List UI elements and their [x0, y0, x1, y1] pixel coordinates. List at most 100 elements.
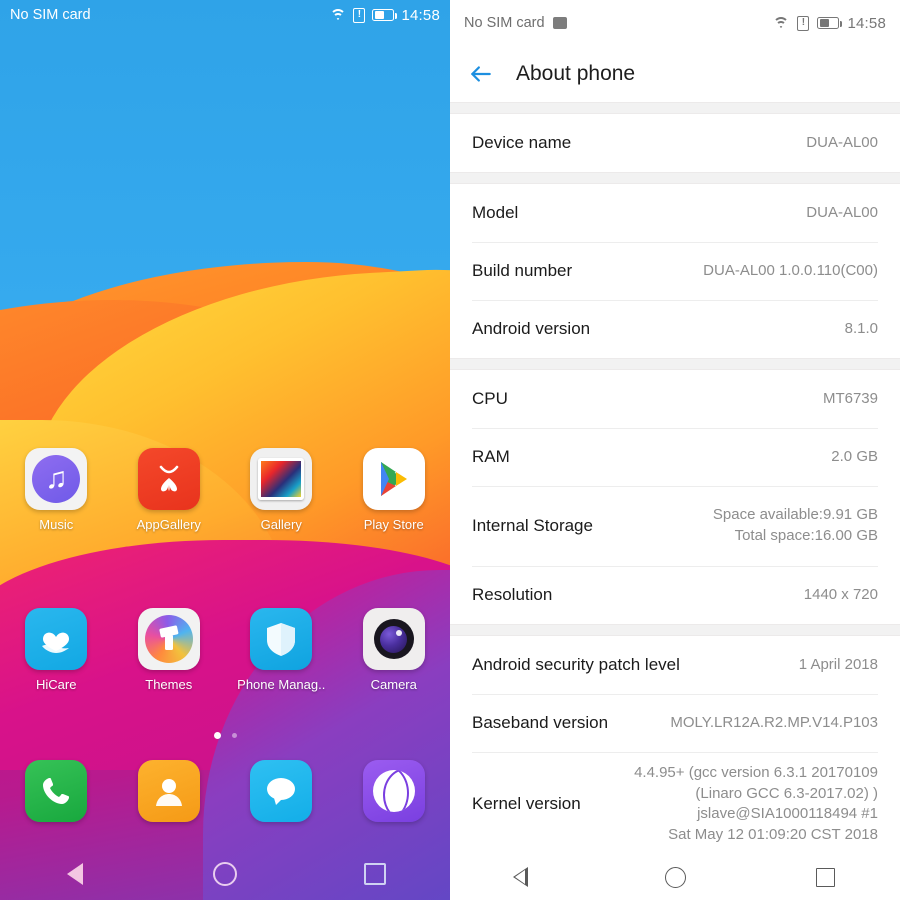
right-carrier-label: No SIM card [464, 15, 545, 31]
app-label: Themes [145, 677, 193, 692]
row-key: Model [472, 203, 519, 222]
app-gallery[interactable]: Gallery [225, 448, 338, 532]
dock [0, 760, 450, 822]
app-appgallery[interactable]: AppGallery [113, 448, 226, 532]
row-key: Resolution [472, 585, 553, 604]
dock-browser[interactable] [338, 760, 451, 822]
section-divider [450, 358, 900, 370]
page-title: About phone [516, 62, 636, 85]
phone-manager-icon [250, 608, 313, 670]
app-play-store[interactable]: Play Store [338, 448, 451, 532]
row-internal-storage[interactable]: Internal Storage Space available:9.91 GB… [450, 486, 900, 566]
battery-icon [817, 17, 843, 29]
page-indicator [0, 732, 450, 739]
right-nav-back[interactable] [450, 867, 600, 887]
battery-icon [372, 9, 398, 21]
row-key: Build number [472, 261, 573, 280]
row-value: DUA-AL00 1.0.0.110(C00) [703, 261, 878, 279]
right-clock: 14:58 [847, 14, 886, 32]
hicare-icon [25, 608, 88, 670]
app-label: Music [39, 517, 74, 532]
dock-messages[interactable] [225, 760, 338, 822]
app-music[interactable]: ♫ Music [0, 448, 113, 532]
section-device: Device name DUA-AL00 [450, 114, 900, 172]
dock-contacts[interactable] [113, 760, 226, 822]
row-key: Android version [472, 319, 591, 338]
row-build-number[interactable]: Build number DUA-AL00 1.0.0.110(C00) [450, 242, 900, 300]
left-nav-recents[interactable] [300, 863, 450, 885]
app-label: Gallery [260, 517, 302, 532]
section-system: Android security patch level 1 April 201… [450, 636, 900, 857]
app-themes[interactable]: Themes [113, 608, 226, 692]
app-row-2: HiCare Themes Phone Manag.. Camera [0, 608, 450, 692]
page-dot[interactable] [231, 733, 237, 738]
back-icon [67, 863, 83, 885]
camera-icon [362, 608, 425, 670]
left-nav-home[interactable] [150, 862, 300, 886]
app-label: AppGallery [136, 517, 201, 532]
section-divider [450, 172, 900, 184]
dual-phone-screenshot: No SIM card 14:58 ♫ Music [0, 0, 900, 900]
row-ram[interactable]: RAM 2.0 GB [450, 428, 900, 486]
section-divider [450, 102, 900, 114]
appgallery-icon [137, 448, 200, 510]
wifi-icon [773, 16, 790, 30]
row-baseband-version[interactable]: Baseband version MOLY.LR12A.R2.MP.V14.P1… [450, 694, 900, 752]
row-value: 2.0 GB [831, 447, 878, 465]
row-value: MOLY.LR12A.R2.MP.V14.P103 [670, 713, 878, 731]
back-icon [512, 867, 538, 887]
screenshot-icon [552, 17, 567, 29]
row-key: Baseband version [472, 713, 609, 732]
row-value: 8.1.0 [844, 319, 878, 337]
home-icon [213, 862, 237, 886]
sim-alert-icon [353, 7, 366, 23]
row-security-patch[interactable]: Android security patch level 1 April 201… [450, 636, 900, 694]
row-key: Device name [472, 133, 572, 152]
recents-icon [364, 863, 386, 885]
right-phone-settings: No SIM card 14:58 About phone Device nam… [450, 0, 900, 900]
app-row-1: ♫ Music AppGallery Gallery Play Store [0, 448, 450, 532]
themes-icon [137, 608, 200, 670]
right-nav-home[interactable] [600, 866, 750, 888]
row-key: Kernel version [472, 794, 581, 814]
row-value: Space available:9.91 GB Total space:16.0… [712, 506, 878, 544]
page-dot-active[interactable] [213, 732, 221, 739]
phone-icon [25, 760, 88, 822]
left-clock: 14:58 [401, 6, 440, 24]
recents-icon [815, 867, 835, 887]
row-kernel-version[interactable]: Kernel version 4.4.95+ (gcc version 6.3.… [450, 752, 900, 857]
right-status-bar: No SIM card 14:58 [450, 0, 900, 46]
row-key: RAM [472, 447, 510, 466]
play-store-icon [362, 448, 425, 510]
row-cpu[interactable]: CPU MT6739 [450, 370, 900, 428]
right-nav-recents[interactable] [750, 867, 900, 887]
app-label: Play Store [363, 517, 424, 532]
row-value: 1 April 2018 [798, 655, 878, 673]
back-arrow-icon[interactable] [464, 57, 498, 91]
app-grid: ♫ Music AppGallery Gallery Play Store Hi… [0, 448, 450, 692]
dock-phone[interactable] [0, 760, 113, 822]
contacts-icon [137, 760, 200, 822]
app-phone-manager[interactable]: Phone Manag.. [225, 608, 338, 692]
row-key: CPU [472, 389, 508, 408]
right-nav-bar [450, 854, 900, 900]
row-device-name[interactable]: Device name DUA-AL00 [450, 114, 900, 172]
row-value: 1440 x 720 [803, 585, 878, 603]
app-label: Phone Manag.. [237, 677, 326, 692]
left-status-icons: 14:58 [330, 7, 440, 24]
row-value: 4.4.95+ (gcc version 6.3.1 20170109 (Lin… [634, 764, 878, 844]
row-key: Android security patch level [472, 655, 680, 674]
home-icon [664, 866, 686, 888]
row-android-version[interactable]: Android version 8.1.0 [450, 300, 900, 358]
sim-alert-icon [797, 15, 810, 31]
left-nav-back[interactable] [0, 863, 150, 885]
browser-icon [362, 760, 425, 822]
app-hicare[interactable]: HiCare [0, 608, 113, 692]
row-resolution[interactable]: Resolution 1440 x 720 [450, 566, 900, 624]
music-icon: ♫ [25, 448, 88, 510]
gallery-icon [250, 448, 313, 510]
app-camera[interactable]: Camera [338, 608, 451, 692]
row-model[interactable]: Model DUA-AL00 [450, 184, 900, 242]
messages-icon [250, 760, 313, 822]
row-value: MT6739 [822, 389, 878, 407]
